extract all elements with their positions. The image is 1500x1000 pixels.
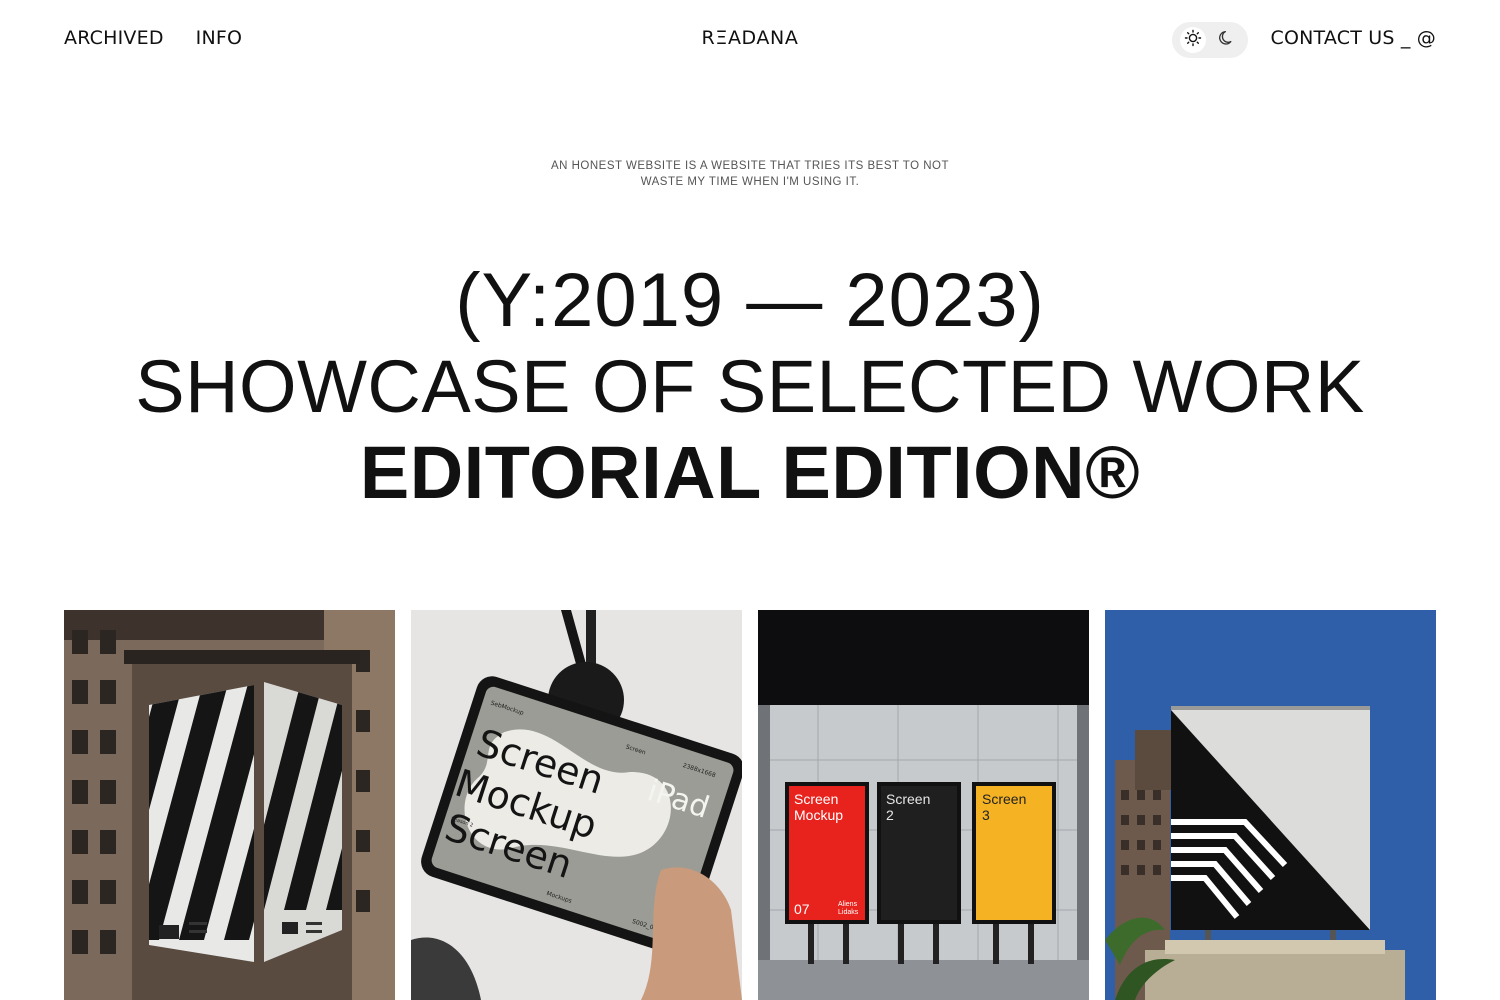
light-mode-button[interactable] [1180,27,1206,53]
ipad-mockup-image: SebMockup Screen 2388x1668 Screen Mockup… [411,610,742,1000]
hero-years: (Y:2019 — 2023) [455,258,1045,343]
sun-icon [1184,29,1202,51]
theme-toggle[interactable] [1172,22,1248,58]
gallery-card-ipad-mockup[interactable]: SebMockup Screen 2388x1668 Screen Mockup… [411,610,742,1000]
contact-us-link[interactable]: CONTACT US _ @ [1271,26,1437,50]
dark-mode-button[interactable] [1214,27,1240,53]
sky-billboard-image [1105,610,1436,1000]
moon-icon [1218,29,1236,51]
hero-edition-title: EDITORIAL EDITION® [359,431,1141,514]
tagline-line-2: WASTE MY TIME WHEN I'M USING IT. [640,176,860,188]
work-gallery: SebMockup Screen 2388x1668 Screen Mockup… [64,610,1436,1000]
tagline-line-1: AN HONEST WEBSITE IS A WEBSITE THAT TRIE… [550,160,950,172]
subway-posters-image: Screen Mockup 07 Aliens Lidaks Screen 2 Scr… [758,610,1089,1000]
hero-heading: (Y:2019 — 2023) SHOWCASE OF SELECTED WOR… [0,258,1500,516]
tagline: AN HONEST WEBSITE IS A WEBSITE THAT TRIE… [0,158,1500,190]
gallery-card-building-billboard[interactable] [64,610,395,1000]
poster-1-number: 07 [794,901,810,917]
gallery-card-subway-posters[interactable]: Screen Mockup 07 Aliens Lidaks Screen 2 Scr… [758,610,1089,1000]
gallery-card-sky-billboard[interactable] [1105,610,1436,1000]
brand-logo[interactable]: RΞADANA [702,27,799,49]
hero-showcase-title: SHOWCASE OF SELECTED WORK [135,345,1365,428]
building-billboard-image [64,610,395,1000]
poster-1-title: Screen Mockup [794,791,843,823]
poster-1-subtitle: Aliens Lidaks [838,901,859,916]
site-header: ARCHIVED INFO RΞADANA CONTACT US _ @ [0,0,1500,78]
